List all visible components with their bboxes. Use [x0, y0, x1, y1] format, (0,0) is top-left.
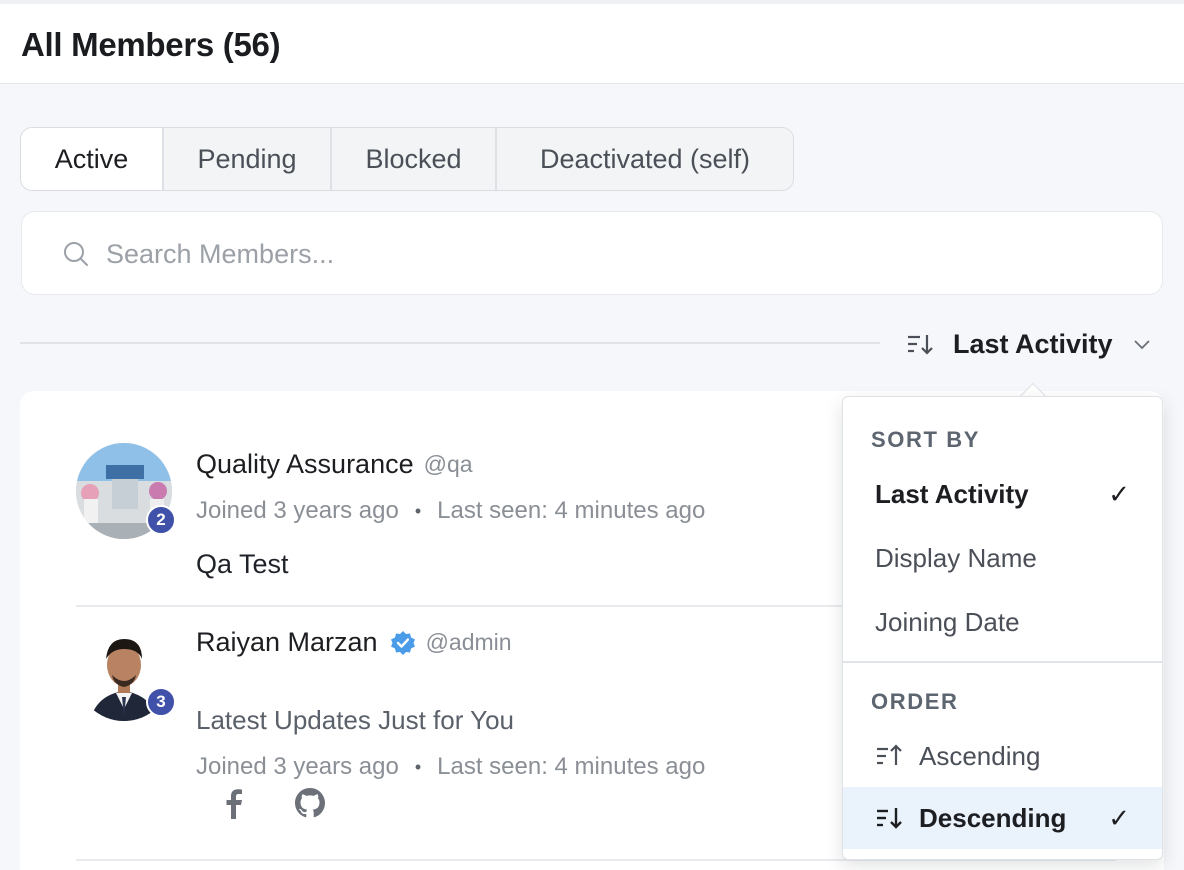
last-seen-text: Last seen: 4 minutes ago — [437, 497, 706, 524]
tab-deactivated-self[interactable]: Deactivated (self) — [497, 128, 793, 190]
meta-separator: • — [414, 756, 422, 777]
sort-descending-icon — [908, 335, 933, 355]
sort-by-heading: SORT BY — [871, 427, 980, 452]
member-meta: Joined 3 years ago • Last seen: 4 minute… — [196, 497, 705, 525]
avatar-badge: 3 — [146, 687, 176, 717]
search-icon — [64, 242, 88, 266]
page-header: All Members (56) — [0, 4, 1184, 84]
tab-blocked[interactable]: Blocked — [332, 128, 497, 190]
sort-option-last-activity[interactable]: Last Activity ✓ — [843, 463, 1162, 525]
member-meta: Joined 3 years ago • Last seen: 4 minute… — [196, 753, 705, 781]
avatar-badge: 2 — [146, 505, 176, 535]
page-title: All Members (56) — [21, 26, 281, 63]
meta-separator: • — [414, 500, 422, 521]
order-option-label: Descending — [919, 802, 1067, 833]
github-icon[interactable] — [292, 785, 328, 821]
sort-option-joining-date[interactable]: Joining Date — [843, 591, 1162, 653]
member-name-row: Quality Assurance @qa — [196, 449, 473, 480]
tab-pending[interactable]: Pending — [164, 128, 332, 190]
joined-text: Joined 3 years ago — [196, 497, 399, 524]
last-seen-text: Last seen: 4 minutes ago — [437, 753, 706, 780]
facebook-icon[interactable] — [216, 785, 252, 821]
sort-dropdown-trigger[interactable]: Last Activity — [905, 324, 1165, 364]
member-bio: Qa Test — [196, 549, 289, 579]
tab-active[interactable]: Active — [21, 128, 164, 190]
order-heading: ORDER — [871, 689, 959, 714]
sort-ascending-icon — [877, 744, 902, 765]
member-handle: @qa — [423, 451, 473, 477]
member-status-tabs: Active Pending Blocked Deactivated (self… — [20, 127, 794, 191]
sort-option-label: Display Name — [875, 542, 1037, 573]
sort-current-label: Last Activity — [953, 328, 1113, 359]
verified-badge-icon — [390, 630, 415, 655]
sort-dropdown-menu: SORT BY Last Activity ✓ Display Name Joi… — [842, 396, 1163, 860]
sort-option-label: Joining Date — [875, 606, 1020, 637]
order-option-descending[interactable]: Descending ✓ — [843, 787, 1162, 849]
check-icon: ✓ — [1108, 802, 1130, 833]
chevron-down-icon — [1133, 340, 1150, 350]
sort-option-display-name[interactable]: Display Name — [843, 527, 1162, 589]
member-name-row: Raiyan Marzan @admin — [196, 627, 512, 658]
dropdown-divider — [843, 661, 1162, 663]
member-name[interactable]: Raiyan Marzan — [196, 627, 378, 658]
joined-text: Joined 3 years ago — [196, 753, 399, 780]
search-box — [21, 211, 1163, 295]
member-name[interactable]: Quality Assurance — [196, 449, 414, 480]
check-icon: ✓ — [1108, 478, 1130, 509]
sort-option-label: Last Activity — [875, 478, 1029, 509]
sort-descending-icon — [877, 808, 902, 829]
order-option-label: Ascending — [919, 740, 1041, 771]
social-links — [216, 785, 328, 821]
member-tagline: Latest Updates Just for You — [196, 705, 514, 735]
order-option-ascending[interactable]: Ascending — [843, 725, 1162, 787]
member-handle: @admin — [425, 629, 512, 655]
search-input[interactable] — [106, 234, 1106, 274]
divider — [20, 342, 880, 344]
